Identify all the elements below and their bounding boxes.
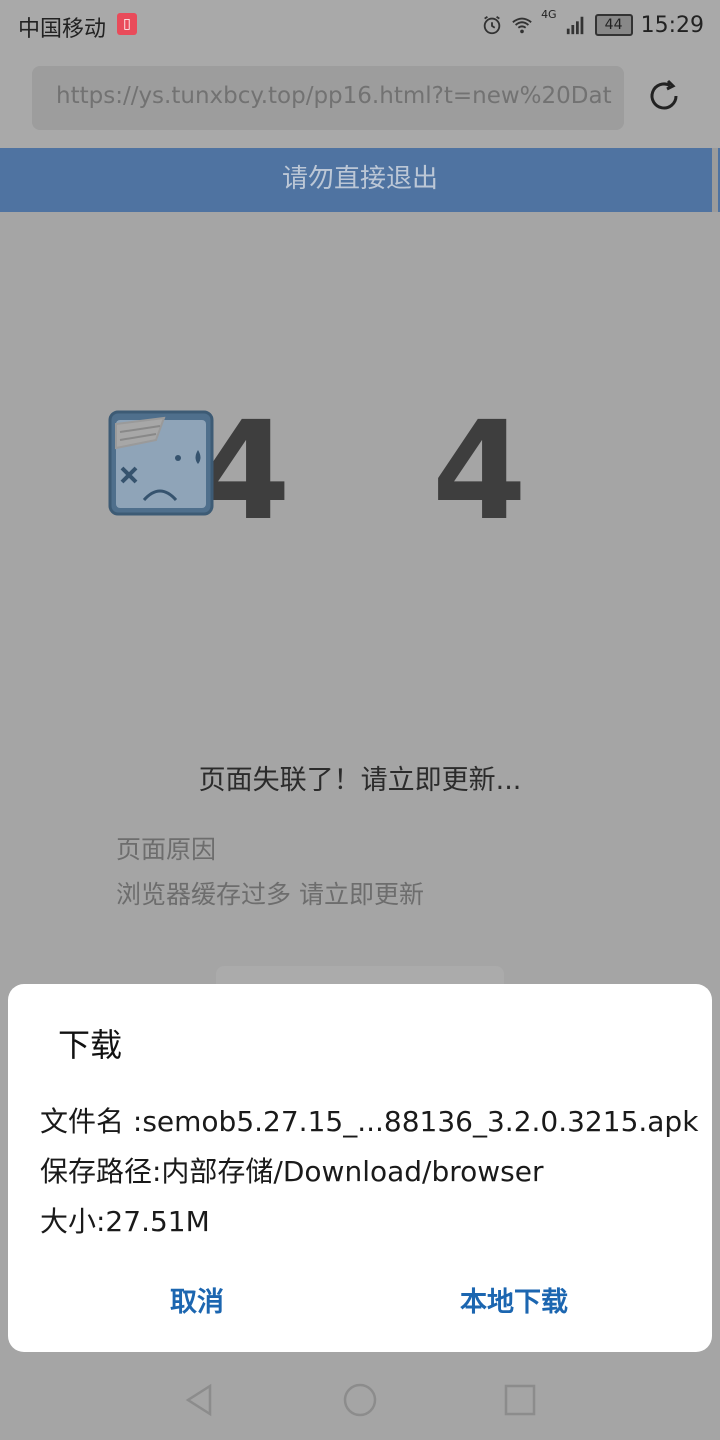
status-icons: 4G 44 15:29 — [481, 8, 704, 42]
status-bar: 中国移动 ▯ 4G 44 15:29 — [0, 0, 720, 50]
network-type: 4G — [541, 8, 557, 21]
reason-title: 页面原因 — [116, 835, 217, 864]
carrier-name: 中国移动 — [18, 17, 107, 42]
navigation-bar — [0, 1360, 720, 1440]
download-dialog: 下载 文件名 :semob5.27.15_...88136_3.2.0.3215… — [8, 984, 712, 1352]
recents-icon[interactable] — [500, 1380, 540, 1420]
page-lost-message: 页面失联了！请立即更新... — [198, 765, 522, 796]
alarm-icon — [483, 15, 501, 35]
back-icon[interactable] — [180, 1380, 220, 1420]
broken-face-icon — [108, 410, 214, 516]
local-download-button[interactable]: 本地下载 — [460, 1280, 568, 1319]
home-icon[interactable] — [340, 1380, 380, 1420]
error-digit-right: 4 — [432, 393, 527, 551]
browser-toolbar: https://ys.tunxbcy.top/pp16.html?t=new%2… — [0, 50, 720, 148]
clock: 15:29 — [640, 12, 704, 38]
reason-text: 浏览器缓存过多 请立即更新 — [116, 880, 424, 909]
reload-icon[interactable] — [644, 76, 684, 116]
url-text: https://ys.tunxbcy.top/pp16.html?t=new%2… — [56, 83, 612, 109]
signal-icon — [566, 16, 583, 35]
book-icon: ▯ — [117, 13, 137, 35]
file-size: 大小:27.51M — [40, 1205, 210, 1238]
wifi-icon — [512, 17, 532, 34]
file-name: 文件名 :semob5.27.15_...88136_3.2.0.3215.ap… — [40, 1105, 699, 1138]
save-path: 保存路径:内部存储/Download/browser — [40, 1155, 544, 1188]
battery-icon: 44 — [594, 14, 633, 36]
dialog-title: 下载 — [58, 1026, 123, 1064]
exit-warning-banner: 请勿直接退出 — [0, 148, 720, 212]
address-bar[interactable]: https://ys.tunxbcy.top/pp16.html?t=new%2… — [32, 66, 624, 130]
cancel-button[interactable]: 取消 — [170, 1280, 224, 1319]
